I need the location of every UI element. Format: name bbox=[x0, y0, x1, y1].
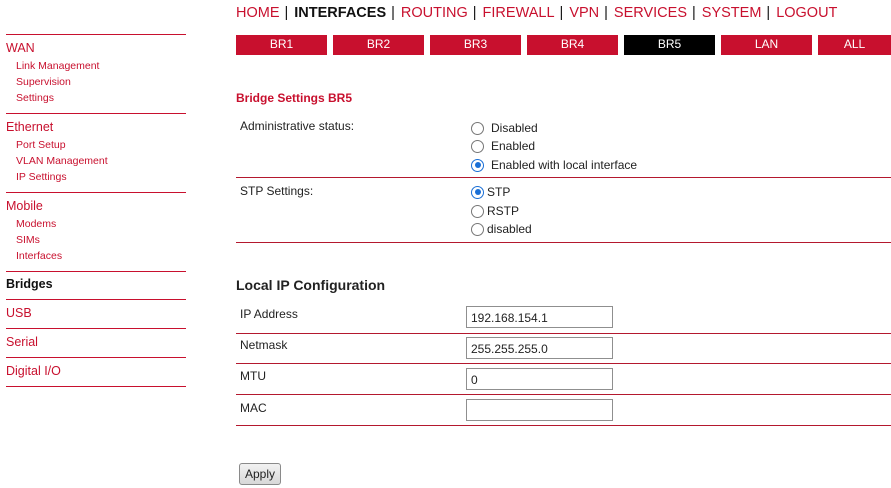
sidebar-item-link-management[interactable]: Link Management bbox=[16, 60, 99, 72]
row-divider bbox=[236, 177, 891, 178]
radio-button[interactable] bbox=[471, 121, 484, 135]
radio-button[interactable] bbox=[471, 204, 484, 218]
sidebar-divider bbox=[6, 113, 186, 114]
radio-button-selected[interactable] bbox=[471, 158, 484, 172]
mac-label: MAC bbox=[240, 401, 267, 415]
row-divider bbox=[236, 425, 891, 426]
nav-separator: | bbox=[766, 5, 771, 21]
bridge-settings-title: Bridge Settings BR5 bbox=[236, 91, 353, 105]
nav-system[interactable]: SYSTEM bbox=[702, 5, 762, 21]
radio-label: disabled bbox=[487, 222, 532, 236]
ip-address-input[interactable] bbox=[466, 306, 613, 328]
mtu-label: MTU bbox=[240, 369, 266, 383]
sidebar-divider bbox=[6, 386, 186, 387]
nav-services[interactable]: SERVICES bbox=[614, 5, 687, 21]
radio-button[interactable] bbox=[471, 222, 484, 236]
sidebar-item-digital-io[interactable]: Digital I/O bbox=[6, 364, 61, 378]
nav-separator: | bbox=[559, 5, 564, 21]
netmask-label: Netmask bbox=[240, 338, 288, 352]
sidebar-item-bridges[interactable]: Bridges bbox=[6, 277, 53, 291]
netmask-input[interactable] bbox=[466, 337, 613, 359]
sidebar-divider bbox=[6, 34, 186, 35]
nav-separator: | bbox=[692, 5, 696, 21]
radio-admin-enabled[interactable]: Enabled bbox=[471, 138, 535, 154]
radio-label: Disabled bbox=[491, 121, 538, 135]
sidebar-item-sims[interactable]: SIMs bbox=[16, 234, 40, 246]
tab-all[interactable]: ALL bbox=[818, 35, 891, 55]
tab-br2[interactable]: BR2 bbox=[333, 35, 424, 55]
nav-separator: | bbox=[391, 5, 395, 21]
tab-br5[interactable]: BR5 bbox=[624, 35, 715, 55]
nav-separator: | bbox=[284, 5, 289, 21]
nav-firewall[interactable]: FIREWALL bbox=[483, 5, 555, 21]
admin-status-label: Administrative status: bbox=[240, 119, 355, 133]
mac-input[interactable] bbox=[466, 399, 613, 421]
sidebar-item-serial[interactable]: Serial bbox=[6, 335, 38, 349]
row-divider bbox=[236, 242, 891, 243]
radio-admin-disabled[interactable]: Disabled bbox=[471, 120, 538, 136]
stp-settings-label: STP Settings: bbox=[240, 184, 314, 198]
sidebar-divider bbox=[6, 357, 186, 358]
radio-label: STP bbox=[487, 185, 511, 199]
row-divider bbox=[236, 394, 891, 395]
nav-interfaces[interactable]: INTERFACES bbox=[294, 5, 386, 21]
sidebar-item-settings[interactable]: Settings bbox=[16, 92, 54, 104]
mtu-input[interactable] bbox=[466, 368, 613, 390]
sidebar-divider bbox=[6, 299, 186, 300]
radio-label: Enabled bbox=[491, 139, 536, 153]
top-navigation: HOME | INTERFACES | ROUTING | FIREWALL |… bbox=[236, 4, 837, 22]
local-ip-title: Local IP Configuration bbox=[236, 277, 386, 293]
row-divider bbox=[236, 333, 891, 334]
nav-separator: | bbox=[472, 5, 477, 21]
tab-br4[interactable]: BR4 bbox=[527, 35, 618, 55]
radio-admin-enabled-local[interactable]: Enabled with local interface bbox=[471, 157, 637, 173]
apply-button[interactable]: Apply bbox=[239, 463, 281, 485]
nav-routing[interactable]: ROUTING bbox=[401, 5, 468, 21]
nav-vpn[interactable]: VPN bbox=[569, 5, 599, 21]
row-divider bbox=[236, 363, 891, 364]
sidebar-item-vlan-management[interactable]: VLAN Management bbox=[16, 155, 108, 167]
tab-lan[interactable]: LAN bbox=[721, 35, 812, 55]
sidebar-item-ethernet[interactable]: Ethernet bbox=[6, 120, 53, 134]
sidebar-item-mobile[interactable]: Mobile bbox=[6, 199, 43, 213]
tab-br1[interactable]: BR1 bbox=[236, 35, 327, 55]
tab-br3[interactable]: BR3 bbox=[430, 35, 521, 55]
radio-button-selected[interactable] bbox=[471, 185, 484, 199]
radio-stp-disabled[interactable]: disabled bbox=[471, 221, 532, 237]
nav-separator: | bbox=[604, 5, 608, 21]
nav-logout[interactable]: LOGOUT bbox=[776, 5, 837, 21]
radio-button[interactable] bbox=[471, 139, 484, 153]
sidebar-item-usb[interactable]: USB bbox=[6, 306, 32, 320]
sidebar-item-ip-settings[interactable]: IP Settings bbox=[16, 171, 67, 183]
sidebar-item-port-setup[interactable]: Port Setup bbox=[16, 139, 66, 151]
sidebar-item-wan[interactable]: WAN bbox=[6, 41, 35, 55]
radio-rstp[interactable]: RSTP bbox=[471, 203, 519, 219]
ip-address-label: IP Address bbox=[240, 307, 298, 321]
sidebar-divider bbox=[6, 271, 186, 272]
bridge-tabs: BR1 BR2 BR3 BR4 BR5 LAN ALL bbox=[236, 35, 891, 55]
nav-home[interactable]: HOME bbox=[236, 5, 280, 21]
sidebar-divider bbox=[6, 328, 186, 329]
radio-stp[interactable]: STP bbox=[471, 184, 510, 200]
radio-label: RSTP bbox=[487, 204, 520, 218]
radio-label: Enabled with local interface bbox=[491, 158, 638, 172]
sidebar-item-supervision[interactable]: Supervision bbox=[16, 76, 71, 88]
sidebar-divider bbox=[6, 192, 186, 193]
sidebar-item-modems[interactable]: Modems bbox=[16, 218, 56, 230]
sidebar-item-interfaces[interactable]: Interfaces bbox=[16, 250, 62, 262]
